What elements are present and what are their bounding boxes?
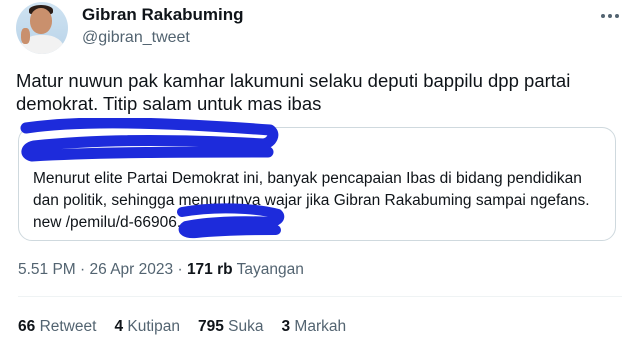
user-handle[interactable]: @gibran_tweet [82,29,190,47]
meta-separator: · [80,261,86,278]
quotes-count: 4 [114,318,124,335]
retweets-count: 66 [18,318,36,335]
quoted-tweet-card[interactable]: 6j Menurut elite Partai Demokrat ini, ba… [18,127,616,241]
retweets-label: Retweet [39,318,97,335]
bookmarks-count: 3 [281,318,291,335]
tweet-text: Matur nuwun pak kamhar lakumuni selaku d… [16,70,571,114]
user-display-name[interactable]: Gibran Rakabuming [82,5,244,25]
quotes-stat[interactable]: 4 Kutipan [114,318,180,336]
likes-count: 795 [197,318,224,335]
tweet-meta: 5.51 PM · 26 Apr 2023 · 171 rb Tayangan [18,261,304,279]
quoted-tweet-time: 6j [259,139,271,156]
divider [18,296,622,297]
bookmarks-stat[interactable]: 3 Markah [281,318,346,336]
avatar-hand [21,28,30,44]
tweet-time[interactable]: 5.51 PM [18,261,76,278]
quoted-tweet-author: 6j [35,139,271,156]
more-icon[interactable] [596,6,624,26]
views-label: Tayangan [236,261,304,278]
views-count: 171 rb [186,261,233,278]
likes-label: Suka [228,318,264,335]
quoted-tweet-text: Menurut elite Partai Demokrat ini, banya… [33,170,590,231]
tweet-date[interactable]: 26 Apr 2023 [90,261,174,278]
retweets-stat[interactable]: 66 Retweet [18,318,96,336]
tweet-stats: 66 Retweet 4 Kutipan 795 Suka 3 Markah [18,318,346,336]
bookmarks-label: Markah [294,318,347,335]
likes-stat[interactable]: 795 Suka [198,318,264,336]
avatar[interactable] [16,2,68,54]
quotes-label: Kutipan [127,318,180,335]
meta-separator: · [177,261,183,278]
avatar-head [30,8,52,34]
